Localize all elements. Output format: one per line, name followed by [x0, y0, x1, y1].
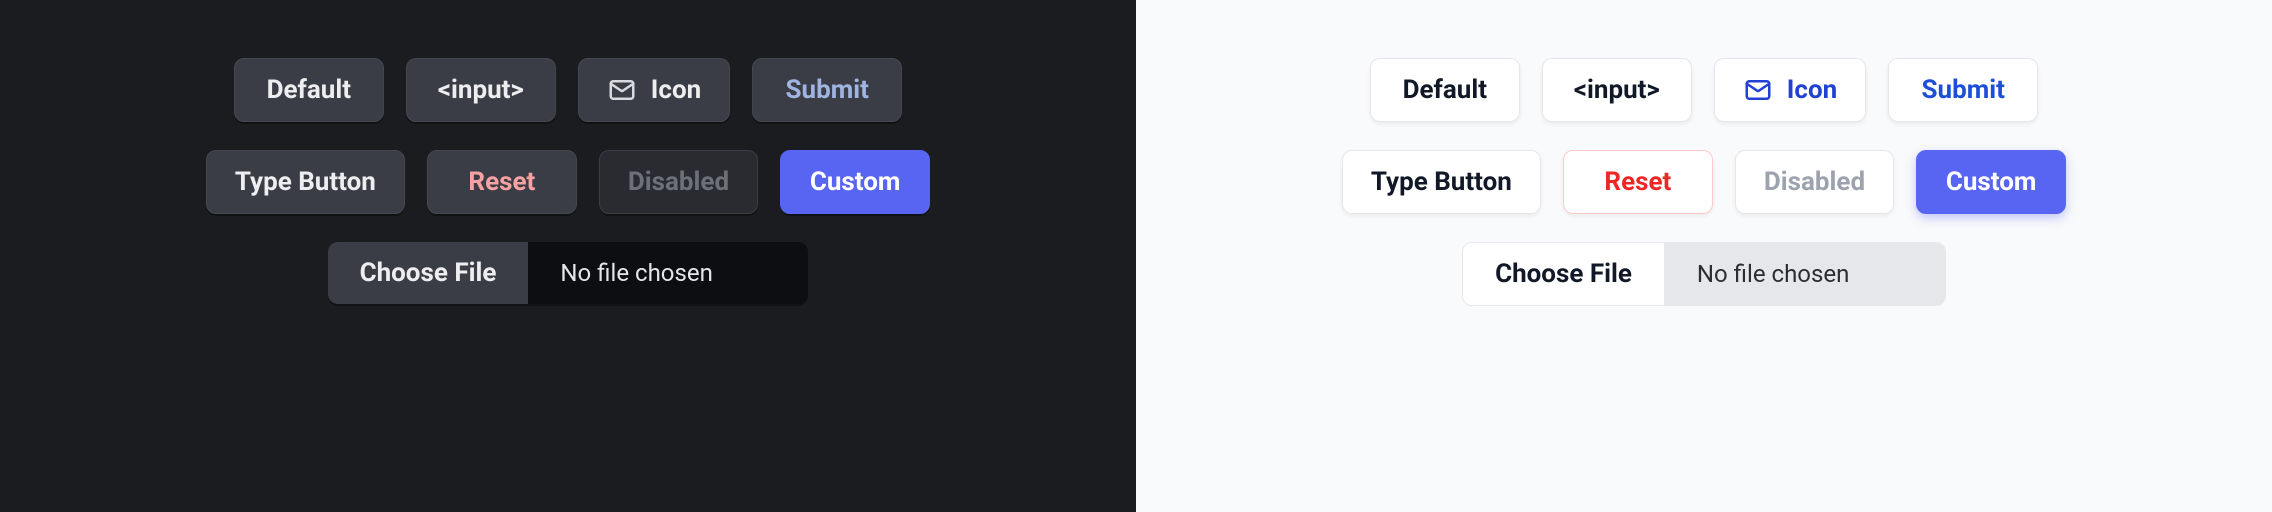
button-row-2-dark: Type Button Reset Disabled Custom	[206, 150, 930, 214]
type-button[interactable]: Type Button	[206, 150, 405, 214]
custom-button[interactable]: Custom	[780, 150, 930, 214]
input-button[interactable]: <input>	[406, 58, 556, 122]
submit-button[interactable]: Submit	[1888, 58, 2038, 122]
light-theme-panel: Default <input> Icon Submit Type Button …	[1136, 0, 2272, 512]
default-button-label: Default	[267, 75, 351, 105]
input-button-label: <input>	[438, 75, 524, 105]
type-button-label: Type Button	[1371, 167, 1512, 197]
icon-button-label: Icon	[1787, 75, 1837, 105]
type-button-label: Type Button	[235, 167, 376, 197]
envelope-icon	[607, 75, 637, 105]
submit-button-label: Submit	[1922, 75, 2005, 105]
choose-file-button[interactable]: Choose File	[1463, 243, 1665, 305]
reset-button[interactable]: Reset	[427, 150, 577, 214]
default-button[interactable]: Default	[1370, 58, 1520, 122]
file-row-light: Choose File No file chosen	[1462, 242, 1946, 306]
file-status: No file chosen	[1665, 243, 1945, 305]
custom-button[interactable]: Custom	[1916, 150, 2066, 214]
custom-button-label: Custom	[1946, 167, 2037, 197]
icon-button-label: Icon	[651, 75, 701, 105]
button-row-1-light: Default <input> Icon Submit	[1370, 58, 2038, 122]
file-input[interactable]: Choose File No file chosen	[328, 242, 809, 304]
icon-button[interactable]: Icon	[1714, 58, 1866, 122]
file-status-text: No file chosen	[1697, 260, 1849, 288]
file-status: No file chosen	[528, 242, 808, 304]
default-button-label: Default	[1403, 75, 1487, 105]
custom-button-label: Custom	[810, 167, 901, 197]
disabled-button-label: Disabled	[1764, 167, 1865, 197]
choose-file-label: Choose File	[360, 258, 497, 288]
input-button[interactable]: <input>	[1542, 58, 1692, 122]
button-row-2-light: Type Button Reset Disabled Custom	[1342, 150, 2066, 214]
dark-theme-panel: Default <input> Icon Submit Type Button …	[0, 0, 1136, 512]
disabled-button-label: Disabled	[628, 167, 729, 197]
envelope-icon	[1743, 75, 1773, 105]
reset-button-label: Reset	[1604, 167, 1671, 197]
type-button[interactable]: Type Button	[1342, 150, 1541, 214]
default-button[interactable]: Default	[234, 58, 384, 122]
disabled-button: Disabled	[1735, 150, 1894, 214]
reset-button[interactable]: Reset	[1563, 150, 1713, 214]
file-row-dark: Choose File No file chosen	[328, 242, 809, 304]
submit-button[interactable]: Submit	[752, 58, 902, 122]
choose-file-label: Choose File	[1495, 259, 1632, 289]
file-status-text: No file chosen	[560, 259, 712, 287]
submit-button-label: Submit	[786, 75, 869, 105]
input-button-label: <input>	[1574, 75, 1660, 105]
reset-button-label: Reset	[468, 167, 535, 197]
choose-file-button[interactable]: Choose File	[328, 242, 529, 304]
disabled-button: Disabled	[599, 150, 758, 214]
icon-button[interactable]: Icon	[578, 58, 730, 122]
button-row-1-dark: Default <input> Icon Submit	[234, 58, 902, 122]
file-input[interactable]: Choose File No file chosen	[1462, 242, 1946, 306]
